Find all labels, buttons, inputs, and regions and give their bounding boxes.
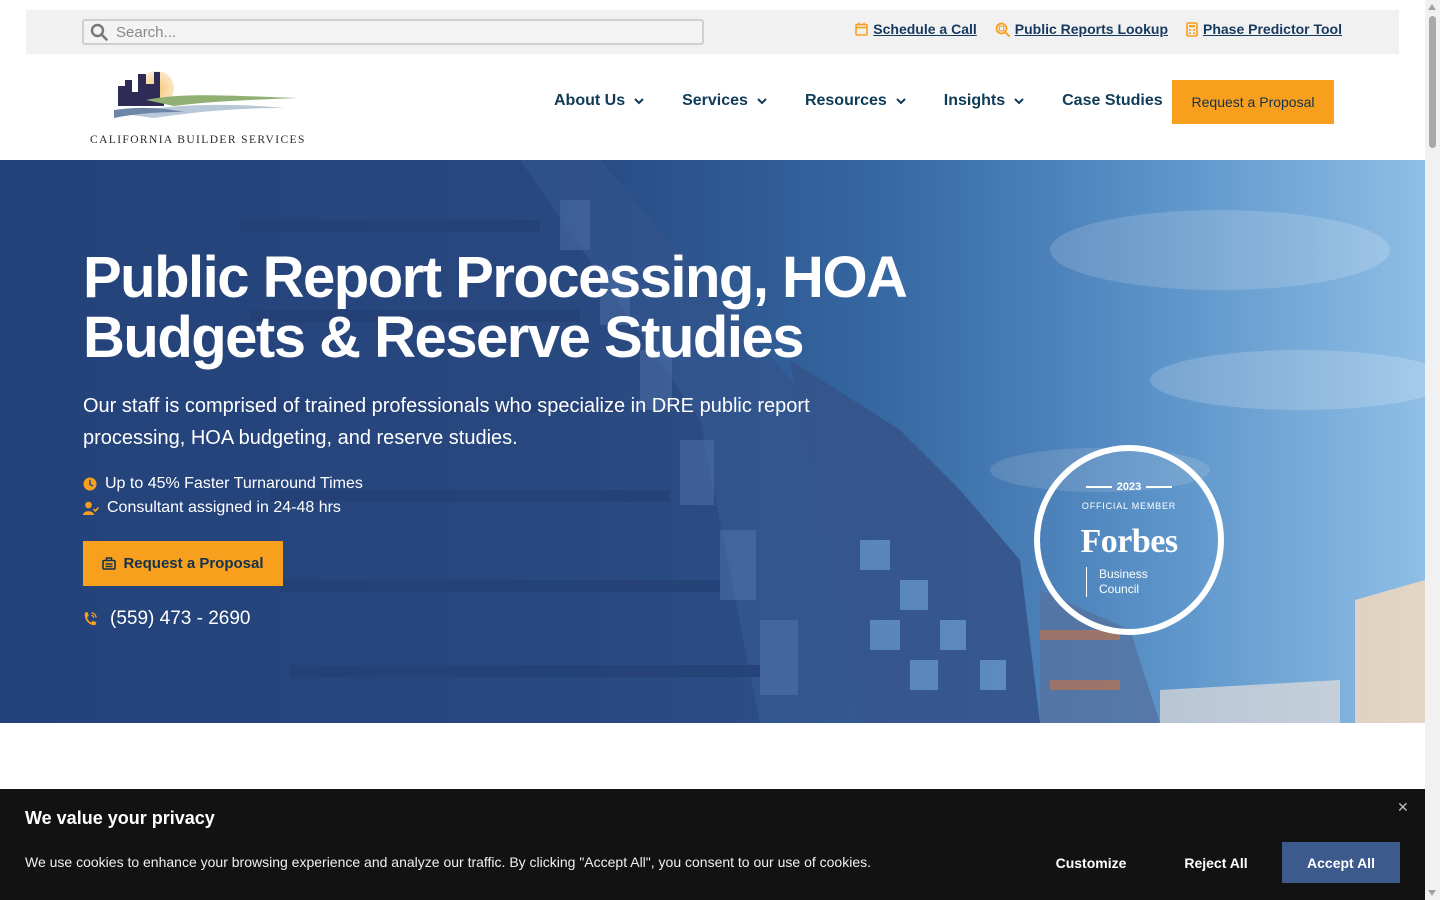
phase-predictor-tool-label: Phase Predictor Tool: [1203, 21, 1342, 37]
request-proposal-hero-label: Request a Proposal: [123, 555, 264, 572]
cookie-accept-all-button[interactable]: Accept All: [1282, 842, 1400, 883]
site-logo[interactable]: California Builder Services: [84, 62, 320, 146]
main-nav: About Us Services Resources Insights Cas…: [554, 92, 1193, 110]
nav-resources-label: Resources: [804, 92, 887, 109]
nav-services-label: Services: [682, 92, 748, 109]
badge-council-line1: Business: [1099, 567, 1148, 581]
badge-member-text: OFFICIAL MEMBER: [1081, 501, 1177, 511]
page-scrollbar[interactable]: [1425, 0, 1440, 900]
chevron-down-icon: [634, 97, 644, 104]
schedule-call-label: Schedule a Call: [873, 21, 977, 37]
calendar-icon: [855, 22, 869, 36]
badge-year: 2023: [1040, 481, 1218, 493]
public-reports-lookup-label: Public Reports Lookup: [1014, 21, 1168, 37]
cookie-banner: We value your privacy We use cookies to …: [0, 789, 1425, 900]
chevron-down-icon: [1014, 97, 1024, 104]
scroll-down-icon[interactable]: [1428, 890, 1436, 896]
chevron-down-icon: [757, 97, 767, 104]
schedule-call-link[interactable]: Schedule a Call: [855, 21, 977, 37]
badge-brand: Forbes: [1080, 523, 1178, 560]
scroll-up-icon[interactable]: [1428, 4, 1436, 10]
public-reports-lookup-link[interactable]: Public Reports Lookup: [995, 21, 1168, 37]
nav-about-us[interactable]: About Us: [554, 92, 644, 110]
cookie-text: We use cookies to enhance your browsing …: [25, 854, 871, 870]
cookie-customize-button[interactable]: Customize: [1034, 842, 1148, 883]
cookie-reject-all-button[interactable]: Reject All: [1160, 842, 1272, 883]
phone-link[interactable]: (559) 473 - 2690: [82, 608, 251, 630]
page: Schedule a Call Public Reports Lookup: [0, 0, 1425, 900]
feature-consultant-text: Consultant assigned in 24-48 hrs: [107, 499, 341, 516]
nav-case-studies-label: Case Studies: [1062, 92, 1163, 109]
phase-predictor-tool-link[interactable]: Phase Predictor Tool: [1186, 21, 1342, 37]
close-icon[interactable]: ✕: [1397, 799, 1409, 816]
logo-graphic: [114, 71, 298, 118]
badge-council: Business Council: [1086, 567, 1148, 597]
nav-services[interactable]: Services: [682, 92, 767, 110]
nav-insights[interactable]: Insights: [944, 92, 1024, 110]
feature-turnaround-text: Up to 45% Faster Turnaround Times: [105, 475, 363, 492]
nav-insights-label: Insights: [943, 92, 1006, 109]
search-box[interactable]: [82, 19, 704, 45]
proposal-icon: [102, 557, 117, 570]
phone-number: (559) 473 - 2690: [110, 608, 251, 629]
nav-case-studies[interactable]: Case Studies: [1062, 92, 1162, 110]
request-proposal-nav-button[interactable]: Request a Proposal: [1172, 80, 1334, 124]
scrollbar-thumb[interactable]: [1429, 16, 1436, 148]
calculator-icon: [1186, 21, 1198, 37]
search-document-icon: [995, 22, 1010, 37]
clock-icon: [83, 477, 97, 491]
feature-turnaround: Up to 45% Faster Turnaround Times: [83, 475, 363, 493]
chevron-down-icon: [896, 97, 906, 104]
cookie-title: We value your privacy: [25, 808, 215, 828]
nav-about-us-label: About Us: [554, 92, 626, 109]
badge-council-line2: Council: [1099, 582, 1140, 596]
forbes-badge: 2023 OFFICIAL MEMBER Forbes Business Cou…: [1034, 445, 1224, 635]
site-header: California Builder Services About Us Ser…: [0, 54, 1425, 160]
request-proposal-hero-button[interactable]: Request a Proposal: [83, 541, 283, 586]
logo-text: California Builder Services: [90, 134, 306, 146]
search-input[interactable]: [116, 23, 676, 41]
feature-consultant: Consultant assigned in 24-48 hrs: [83, 499, 341, 517]
hero-title: Public Report Processing, HOA Budgets & …: [83, 245, 906, 370]
hero-section: Public Report Processing, HOA Budgets & …: [0, 160, 1425, 723]
hero-subtitle: Our staff is comprised of trained profes…: [83, 395, 810, 449]
user-check-icon: [83, 501, 99, 515]
utility-bar: Schedule a Call Public Reports Lookup: [26, 10, 1399, 54]
nav-resources[interactable]: Resources: [805, 92, 906, 110]
search-icon: [90, 23, 108, 41]
phone-icon: [84, 611, 97, 625]
utility-links: Schedule a Call Public Reports Lookup Ph…: [855, 21, 1342, 37]
